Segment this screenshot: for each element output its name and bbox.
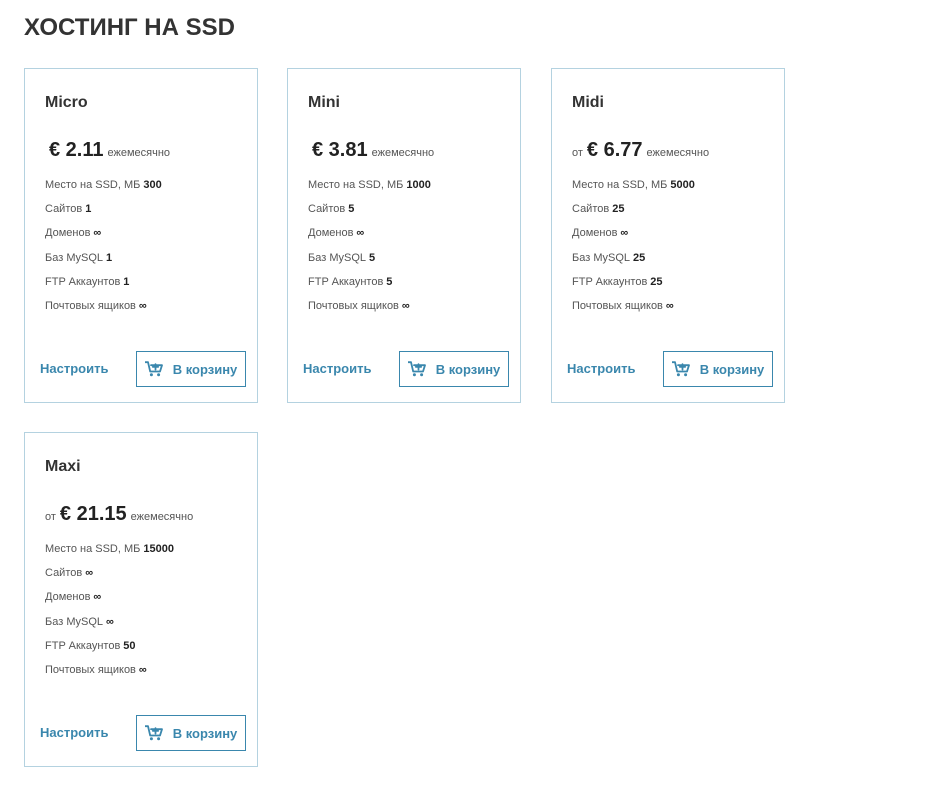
add-to-cart-button[interactable]: В корзину — [136, 715, 246, 751]
cart-icon — [407, 361, 426, 377]
feature-value: ∞ — [665, 299, 674, 312]
price-value: € 3.81 — [312, 139, 368, 161]
feature-list: Место на SSD, МБ 15000 Сайтов ∞ Доменов ∞ Б… — [45, 542, 174, 687]
cart-icon — [144, 361, 163, 377]
feature-ftp: FTP Аккаунтов 1 — [45, 275, 130, 288]
feature-domains: Доменов ∞ — [308, 227, 365, 240]
feature-disk: Место на SSD, МБ 1000 — [308, 179, 431, 191]
feature-disk: Место на SSD, МБ 5000 — [572, 179, 695, 191]
plan-price: € 2.11 ежемесячно — [45, 139, 170, 162]
price-value: € 2.11 — [49, 139, 104, 161]
feature-sites: Сайтов 25 — [572, 203, 625, 216]
feature-value: 300 — [143, 179, 162, 191]
feature-mysql: Баз MySQL 25 — [572, 251, 646, 264]
feature-sites: Сайтов 5 — [308, 203, 355, 216]
feature-list: Место на SSD, МБ 1000 Сайтов 5 Доменов ∞ Ба… — [308, 178, 431, 323]
price-period: ежемесячно — [130, 511, 194, 523]
feature-mailboxes: Почтовых ящиков ∞ — [572, 299, 674, 312]
feature-sites: Сайтов ∞ — [45, 567, 94, 580]
feature-value: ∞ — [401, 299, 410, 312]
cart-icon — [671, 361, 690, 377]
feature-value: 1000 — [406, 179, 431, 191]
feature-mailboxes: Почтовых ящиков ∞ — [308, 299, 410, 312]
plan-card-midi: Midi от € 6.77 ежемесячно Место на SSD, … — [551, 68, 785, 403]
feature-value: ∞ — [138, 663, 147, 676]
feature-disk: Место на SSD, МБ 15000 — [45, 543, 174, 555]
add-to-cart-button[interactable]: В корзину — [136, 351, 246, 387]
price-period: ежемесячно — [371, 147, 435, 159]
plan-price: € 3.81 ежемесячно — [308, 139, 434, 162]
feature-mysql: Баз MySQL ∞ — [45, 615, 114, 628]
feature-sites: Сайтов 1 — [45, 203, 92, 216]
feature-disk: Место на SSD, МБ 300 — [45, 179, 162, 191]
feature-value: ∞ — [620, 227, 629, 240]
plan-name: Micro — [45, 94, 88, 111]
feature-value: ∞ — [93, 591, 102, 604]
feature-value: 5000 — [670, 179, 695, 191]
feature-value: ∞ — [85, 567, 94, 580]
feature-value: 1 — [106, 251, 113, 264]
feature-mailboxes: Почтовых ящиков ∞ — [45, 299, 147, 312]
feature-value: 25 — [612, 203, 625, 216]
feature-mysql: Баз MySQL 5 — [308, 251, 376, 264]
price-period: ежемесячно — [646, 147, 710, 159]
feature-value: 1 — [85, 203, 92, 216]
feature-value: 5 — [386, 275, 393, 288]
plan-card-maxi: Maxi от € 21.15 ежемесячно Место на SSD,… — [24, 432, 258, 767]
feature-domains: Доменов ∞ — [45, 591, 102, 604]
plan-price: от € 6.77 ежемесячно — [572, 139, 709, 162]
feature-value: 50 — [123, 639, 136, 652]
plan-name: Mini — [308, 94, 340, 111]
feature-ftp: FTP Аккаунтов 5 — [308, 275, 393, 288]
cart-button-label: В корзину — [172, 725, 238, 741]
page-title: ХОСТИНГ НА SSD — [24, 14, 235, 41]
feature-value: 15000 — [143, 543, 174, 555]
feature-value: 5 — [348, 203, 355, 216]
plan-price: от € 21.15 ежемесячно — [45, 503, 193, 526]
cart-button-label: В корзину — [699, 361, 765, 377]
configure-link[interactable]: Настроить — [40, 361, 108, 376]
plan-card-micro: Micro € 2.11 ежемесячно Место на SSD, МБ… — [24, 68, 258, 403]
plan-name: Maxi — [45, 458, 81, 475]
feature-mysql: Баз MySQL 1 — [45, 251, 113, 264]
feature-domains: Доменов ∞ — [45, 227, 102, 240]
plan-name: Midi — [572, 94, 604, 111]
configure-link[interactable]: Настроить — [40, 725, 108, 740]
add-to-cart-button[interactable]: В корзину — [399, 351, 509, 387]
feature-value: 5 — [369, 251, 376, 264]
price-value: € 21.15 — [59, 503, 127, 525]
feature-ftp: FTP Аккаунтов 25 — [572, 275, 663, 288]
feature-value: ∞ — [356, 227, 365, 240]
feature-list: Место на SSD, МБ 5000 Сайтов 25 Доменов ∞ Б… — [572, 178, 695, 323]
cart-button-label: В корзину — [435, 361, 501, 377]
price-period: ежемесячно — [107, 147, 171, 159]
feature-value: 25 — [650, 275, 663, 288]
feature-value: ∞ — [93, 227, 102, 240]
price-prefix: от — [572, 147, 583, 159]
feature-list: Место на SSD, МБ 300 Сайтов 1 Доменов ∞ Баз… — [45, 178, 162, 323]
price-prefix: от — [45, 511, 56, 523]
feature-value: 1 — [123, 275, 130, 288]
configure-link[interactable]: Настроить — [567, 361, 635, 376]
cart-icon — [144, 725, 163, 741]
feature-ftp: FTP Аккаунтов 50 — [45, 639, 136, 652]
feature-mailboxes: Почтовых ящиков ∞ — [45, 663, 147, 676]
feature-value: 25 — [633, 251, 646, 264]
feature-value: ∞ — [138, 299, 147, 312]
price-value: € 6.77 — [586, 139, 643, 161]
feature-domains: Доменов ∞ — [572, 227, 629, 240]
feature-value: ∞ — [106, 615, 114, 628]
add-to-cart-button[interactable]: В корзину — [663, 351, 773, 387]
configure-link[interactable]: Настроить — [303, 361, 371, 376]
cart-button-label: В корзину — [172, 361, 238, 377]
plan-card-mini: Mini € 3.81 ежемесячно Место на SSD, МБ 1… — [287, 68, 521, 403]
